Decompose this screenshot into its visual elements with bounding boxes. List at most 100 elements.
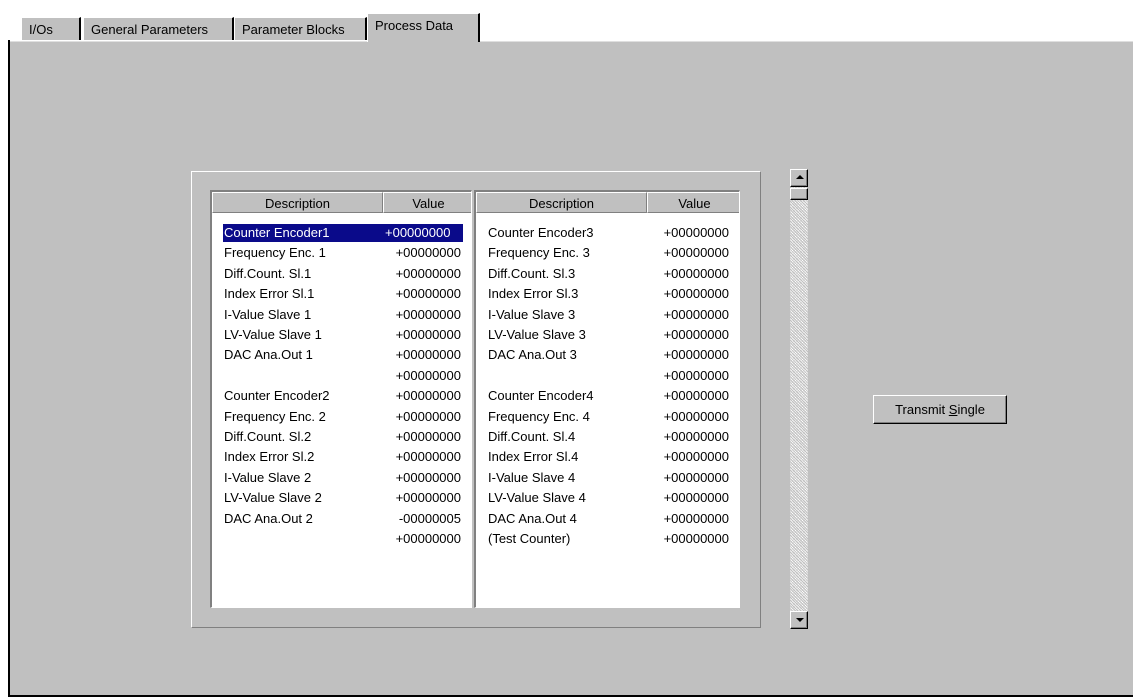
item-value: +00000000 [663,245,729,261]
item-description: DAC Ana.Out 4 [488,510,577,526]
item-value: +00000000 [663,408,729,424]
process-data-list-right[interactable]: Description Value Counter Encoder3 +00000… [474,190,740,608]
list-header: Description Value [476,192,739,213]
transmit-label-post: ingle [957,402,985,417]
item-value: +00000000 [663,367,729,383]
column-header-description[interactable]: Description [476,192,647,213]
item-value: +00000000 [383,224,463,242]
tab-general-parameters[interactable]: General Parameters [83,17,234,40]
item-value: +00000000 [395,531,461,546]
item-value: +00000000 [663,388,729,404]
list-item[interactable]: Index Error Sl.4 +00000000 [476,447,739,467]
item-value: +00000000 [663,265,729,281]
list-item[interactable]: LV-Value Slave 3 +00000000 [476,325,739,345]
item-description: Counter Encoder2 [224,388,330,404]
column-header-description[interactable]: Description [212,192,383,213]
item-description: LV-Value Slave 4 [488,490,586,506]
scroll-up-button[interactable] [790,169,808,187]
list-item[interactable]: DAC Ana.Out 3 +00000000 [476,345,739,365]
item-value: +00000000 [663,347,729,363]
scroll-thumb[interactable] [790,188,808,200]
list-item[interactable]: Index Error Sl.1 +00000000 [212,284,471,304]
item-value: +00000000 [395,429,461,444]
list-item[interactable]: Counter Encoder4 +00000000 [476,386,739,406]
list-item[interactable]: LV-Value Slave 4 +00000000 [476,488,739,508]
item-value: +00000000 [395,469,461,485]
item-description: LV-Value Slave 3 [488,327,586,342]
list-header: Description Value [212,192,471,213]
list-item[interactable]: Counter Encoder3 +00000000 [476,223,739,243]
list-item[interactable]: I-Value Slave 4 +00000000 [476,468,739,488]
item-description: Diff.Count. Sl.1 [224,265,312,281]
item-description: I-Value Slave 4 [488,469,576,485]
list-item[interactable]: (Test Counter) +00000000 [476,529,739,549]
list-item[interactable]: +00000000 [212,366,471,386]
item-value: +00000000 [395,286,461,302]
item-description: I-Value Slave 3 [488,306,576,322]
item-value: +00000000 [395,367,461,383]
item-value: +00000000 [663,327,729,342]
list-item[interactable]: Frequency Enc. 2 +00000000 [212,407,471,427]
list-item[interactable]: Diff.Count. Sl.3 +00000000 [476,264,739,284]
tab-process-data[interactable]: Process Data [367,13,480,42]
list-item[interactable]: Diff.Count. Sl.2 +00000000 [212,427,471,447]
item-description: Frequency Enc. 1 [224,245,326,261]
item-value: +00000000 [663,286,729,302]
list-item[interactable]: Frequency Enc. 4 +00000000 [476,407,739,427]
list-item[interactable]: +00000000 [476,366,739,386]
vertical-scrollbar[interactable] [790,169,808,629]
item-value: +00000000 [395,327,461,342]
item-value: -00000005 [398,510,461,526]
item-description: I-Value Slave 1 [224,306,312,322]
item-description: Index Error Sl.2 [224,449,315,465]
item-description: Diff.Count. Sl.4 [488,429,576,444]
item-description: Counter Encoder4 [488,388,594,404]
list-item[interactable]: Counter Encoder1 +00000000 [212,223,471,243]
item-value: +00000000 [663,510,729,526]
item-value: +00000000 [395,388,461,404]
list-item[interactable]: Frequency Enc. 3 +00000000 [476,243,739,263]
item-description: Counter Encoder1 [223,224,383,242]
item-value: +00000000 [395,490,461,506]
list-item[interactable]: I-Value Slave 1 +00000000 [212,305,471,325]
item-description: Counter Encoder3 [488,225,594,240]
transmit-label-pre: Transmit [895,402,949,417]
item-value: +00000000 [395,306,461,322]
scroll-down-button[interactable] [790,611,808,629]
item-description: Frequency Enc. 4 [488,408,590,424]
item-description: I-Value Slave 2 [224,469,312,485]
list-item[interactable]: DAC Ana.Out 1 +00000000 [212,345,471,365]
list-item[interactable]: LV-Value Slave 2 +00000000 [212,488,471,508]
list-item[interactable]: Counter Encoder2 +00000000 [212,386,471,406]
process-data-list-left[interactable]: Description Value Counter Encoder1 +00000… [210,190,472,608]
list-item[interactable]: Index Error Sl.2 +00000000 [212,447,471,467]
list-item[interactable]: Diff.Count. Sl.4 +00000000 [476,427,739,447]
item-value: +00000000 [663,490,729,506]
column-header-value[interactable]: Value [647,192,739,213]
list-item[interactable]: LV-Value Slave 1 +00000000 [212,325,471,345]
list-item[interactable]: Frequency Enc. 1 +00000000 [212,243,471,263]
list-item[interactable]: Index Error Sl.3 +00000000 [476,284,739,304]
list-item[interactable]: +00000000 [212,529,471,549]
item-value: +00000000 [395,408,461,424]
item-description: (Test Counter) [488,531,571,546]
item-description: Index Error Sl.4 [488,449,579,465]
item-value: +00000000 [395,245,461,261]
list-item[interactable]: Diff.Count. Sl.1 +00000000 [212,264,471,284]
item-description: LV-Value Slave 2 [224,490,322,506]
item-description: Index Error Sl.1 [224,286,315,302]
list-item[interactable]: I-Value Slave 2 +00000000 [212,468,471,488]
list-item[interactable]: DAC Ana.Out 2 -00000005 [212,509,471,529]
frame-edge-left [8,40,10,697]
tab-parameter-blocks[interactable]: Parameter Blocks [234,17,367,40]
item-description: DAC Ana.Out 1 [224,347,313,363]
tab-ios[interactable]: I/Os [21,17,81,40]
column-header-value[interactable]: Value [383,192,471,213]
item-value: +00000000 [663,225,729,240]
list-item[interactable]: DAC Ana.Out 4 +00000000 [476,509,739,529]
arrow-up-icon [796,175,804,179]
item-description: LV-Value Slave 1 [224,327,322,342]
transmit-single-button[interactable]: Transmit Single [873,395,1007,424]
arrow-down-icon [796,618,804,622]
list-item[interactable]: I-Value Slave 3 +00000000 [476,305,739,325]
